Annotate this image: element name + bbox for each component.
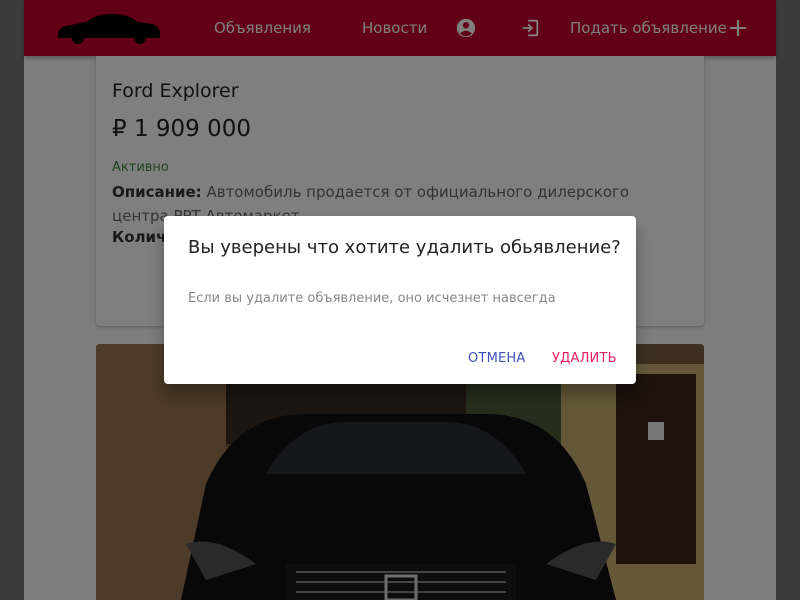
dialog-title: Вы уверены что хотите удалить обьявление… — [188, 237, 621, 258]
dialog-text: Если вы удалите объявление, оно исчезнет… — [188, 291, 556, 306]
delete-button[interactable]: Удалить — [552, 346, 617, 372]
cancel-button[interactable]: Отмена — [468, 346, 525, 372]
delete-confirm-dialog: Вы уверены что хотите удалить обьявление… — [164, 216, 636, 384]
